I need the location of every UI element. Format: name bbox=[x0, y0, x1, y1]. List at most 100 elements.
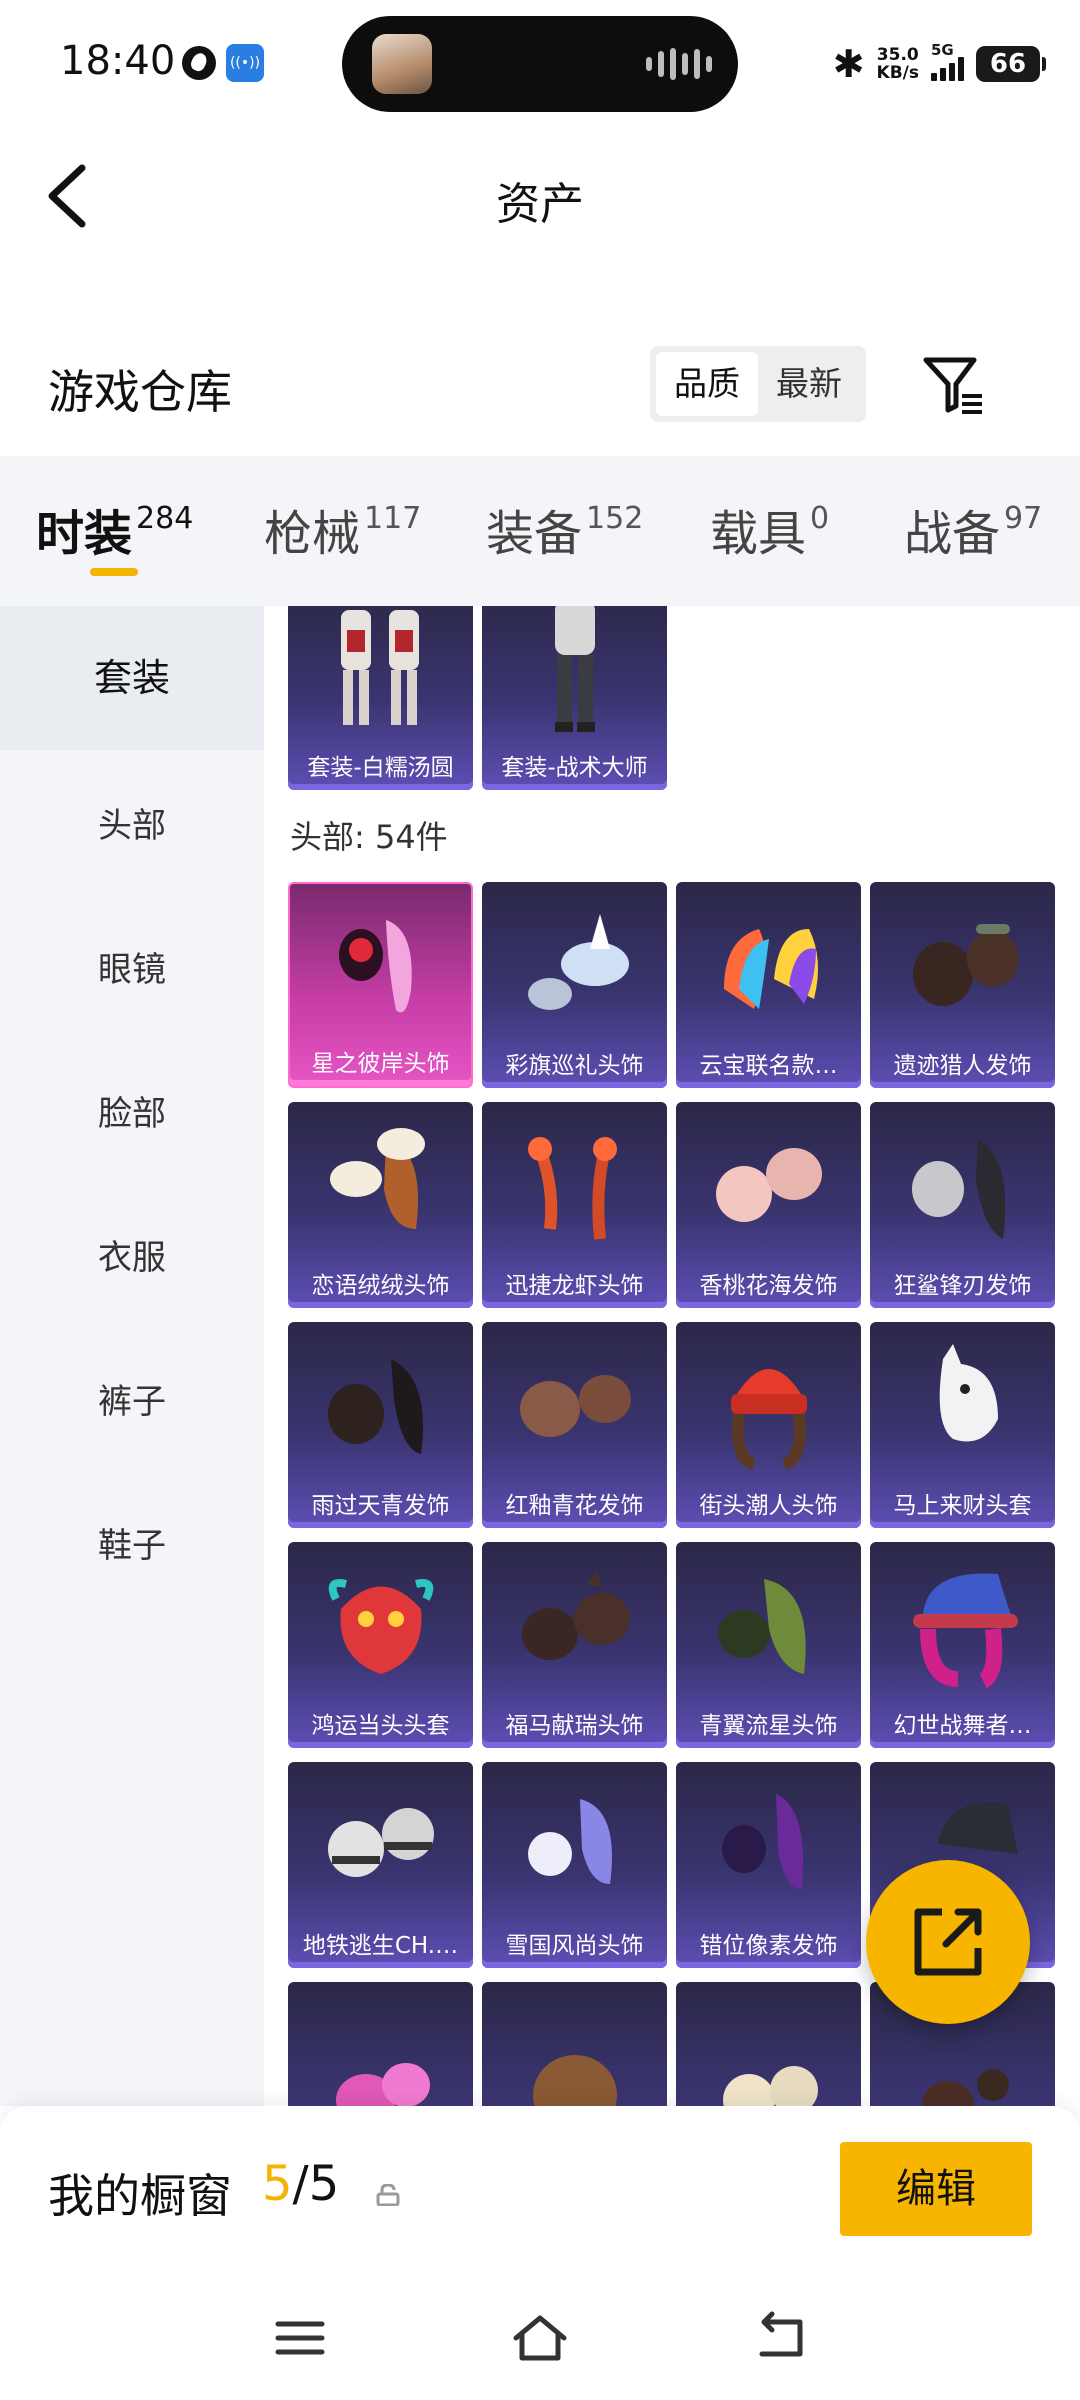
item-card[interactable]: 马上来财头套 bbox=[870, 1322, 1055, 1528]
item-card-label: 地铁逃生CH.… bbox=[302, 1933, 459, 1959]
item-card[interactable]: 套装-战术大师 bbox=[482, 606, 667, 790]
back-nav-button[interactable] bbox=[752, 2308, 812, 2368]
item-card[interactable]: 迅捷龙虾头饰 bbox=[482, 1102, 667, 1308]
tab-label: 战备 bbox=[904, 506, 1001, 562]
item-card[interactable]: 狂鲨锋刃发饰 bbox=[870, 1102, 1055, 1308]
hair-accessory-icon bbox=[527, 1799, 612, 1885]
audio-wave-icon bbox=[646, 48, 712, 80]
signal-icon: 5G bbox=[931, 41, 964, 81]
item-card-label: 彩旗巡礼头饰 bbox=[505, 1053, 644, 1079]
item-card-label: 青翼流星头饰 bbox=[699, 1713, 838, 1739]
item-card-label: 错位像素发饰 bbox=[699, 1933, 838, 1959]
tab-vehicles[interactable]: 载具 0 bbox=[710, 494, 829, 564]
hair-accessory-icon bbox=[911, 1139, 1005, 1240]
tab-label: 装备 bbox=[486, 506, 583, 562]
beanie-icon bbox=[327, 1808, 434, 1878]
edit-button[interactable]: 编辑 bbox=[840, 2142, 1032, 2236]
share-button[interactable] bbox=[866, 1860, 1030, 2024]
item-card[interactable] bbox=[288, 1982, 473, 2106]
horse-mask-icon bbox=[939, 1344, 998, 1442]
tab-supplies[interactable]: 战备 97 bbox=[904, 494, 1042, 564]
item-card-label: 街头潮人头饰 bbox=[699, 1493, 838, 1519]
tab-fashion[interactable]: 时装 284 bbox=[36, 494, 193, 564]
return-icon bbox=[759, 2311, 803, 2357]
item-card[interactable]: 青翼流星头饰 bbox=[676, 1542, 861, 1748]
item-card-label: 星之彼岸头饰 bbox=[311, 1051, 450, 1077]
beanie-icon bbox=[730, 1369, 807, 1470]
item-card[interactable]: 遗迹猎人发饰 bbox=[870, 882, 1055, 1088]
item-card[interactable]: 幻世战舞者… bbox=[870, 1542, 1055, 1748]
item-card[interactable]: 恋语绒绒头饰 bbox=[288, 1102, 473, 1308]
item-card[interactable]: 彩旗巡礼头饰 bbox=[482, 882, 667, 1088]
hair-accessory-icon bbox=[335, 2063, 430, 2106]
item-card[interactable]: 香桃花海发饰 bbox=[676, 1102, 861, 1308]
hair-accessory-icon bbox=[912, 924, 1019, 1007]
item-card-label: 幻世战舞者… bbox=[893, 1713, 1032, 1739]
active-tab-indicator bbox=[90, 568, 138, 576]
status-time: 18:40 bbox=[60, 38, 176, 84]
menu-button[interactable] bbox=[270, 2308, 330, 2368]
category-tabs: 时装 284 枪械 117 装备 152 载具 0 战备 97 bbox=[0, 456, 1080, 606]
sort-latest-button[interactable]: 最新 bbox=[758, 352, 860, 416]
group-label-head: 头部: 54件 bbox=[290, 818, 448, 856]
side-item-shoes[interactable]: 鞋子 bbox=[0, 1518, 264, 1567]
side-item-head[interactable]: 头部 bbox=[0, 798, 264, 847]
tab-equipment[interactable]: 装备 152 bbox=[486, 494, 643, 564]
network-speed: 35.0 KB/s bbox=[877, 46, 919, 82]
suit-figure-icon bbox=[554, 606, 595, 732]
network-type: 5G bbox=[931, 41, 954, 59]
showcase-label: 我的橱窗 bbox=[48, 2169, 232, 2223]
item-card[interactable]: 鸿运当头头套 bbox=[288, 1542, 473, 1748]
item-card[interactable] bbox=[676, 1982, 861, 2106]
hotspot-icon: ((•)) bbox=[226, 44, 264, 82]
tab-count: 117 bbox=[364, 501, 422, 536]
item-card-label: 香桃花海发饰 bbox=[699, 1273, 838, 1299]
showcase-bar: 我的橱窗 5/5 编辑 bbox=[0, 2106, 1080, 2286]
rainbow-hair-icon bbox=[723, 929, 818, 1010]
home-icon bbox=[513, 2315, 567, 2361]
tab-label: 时装 bbox=[36, 506, 133, 562]
item-card-label: 恋语绒绒头饰 bbox=[311, 1273, 450, 1299]
item-card[interactable]: 套装-白糯汤圆 bbox=[288, 606, 473, 790]
filter-button[interactable] bbox=[920, 352, 986, 418]
side-item-face[interactable]: 脸部 bbox=[0, 1086, 264, 1135]
item-card-label: 遗迹猎人发饰 bbox=[893, 1053, 1032, 1079]
share-icon bbox=[914, 1908, 982, 1976]
side-item-glasses[interactable]: 眼镜 bbox=[0, 942, 264, 991]
bucket-hat-icon bbox=[912, 1573, 1018, 1689]
item-card[interactable]: 错位像素发饰 bbox=[676, 1762, 861, 1968]
home-button[interactable] bbox=[510, 2308, 570, 2368]
hair-accessory-icon bbox=[519, 1375, 631, 1438]
item-card[interactable]: 雪国风尚头饰 bbox=[482, 1762, 667, 1968]
side-item-pants[interactable]: 裤子 bbox=[0, 1374, 264, 1423]
tab-count: 0 bbox=[810, 501, 830, 536]
item-card-label: 福马献瑞头饰 bbox=[505, 1713, 644, 1739]
filter-icon bbox=[923, 357, 982, 414]
item-card[interactable]: 地铁逃生CH.… bbox=[288, 1762, 473, 1968]
item-card-label: 套装-白糯汤圆 bbox=[307, 755, 454, 781]
sort-quality-button[interactable]: 品质 bbox=[656, 352, 758, 416]
item-card[interactable]: 街头潮人头饰 bbox=[676, 1322, 861, 1528]
side-item-clothes[interactable]: 衣服 bbox=[0, 1230, 264, 1279]
tab-count: 152 bbox=[586, 501, 644, 536]
tab-count: 97 bbox=[1004, 501, 1043, 536]
lock-icon bbox=[376, 2184, 400, 2206]
hair-accessory-icon bbox=[921, 2069, 1009, 2106]
showcase-total: 5 bbox=[308, 2156, 340, 2212]
item-card[interactable] bbox=[482, 1982, 667, 2106]
item-card[interactable]: 云宝联名款… bbox=[676, 882, 861, 1088]
item-card-label: 马上来财头套 bbox=[893, 1493, 1032, 1519]
tab-weapons[interactable]: 枪械 117 bbox=[264, 494, 421, 564]
hair-accessory-icon bbox=[715, 1148, 822, 1223]
item-card[interactable]: 福马献瑞头饰 bbox=[482, 1542, 667, 1748]
item-card[interactable]: 红釉青花发饰 bbox=[482, 1322, 667, 1528]
item-card[interactable]: 星之彼岸头饰 bbox=[288, 882, 473, 1088]
network-speed-value: 35.0 bbox=[876, 45, 919, 65]
item-card[interactable]: 雨过天青发饰 bbox=[288, 1322, 473, 1528]
item-card-label: 套装-战术大师 bbox=[501, 755, 648, 781]
item-card-label: 云宝联名款… bbox=[699, 1053, 838, 1079]
battery-icon: 66 bbox=[976, 46, 1046, 82]
dynamic-island[interactable] bbox=[342, 16, 738, 112]
hair-accessory-icon bbox=[329, 1128, 425, 1230]
side-item-suits[interactable]: 套装 bbox=[0, 606, 264, 750]
